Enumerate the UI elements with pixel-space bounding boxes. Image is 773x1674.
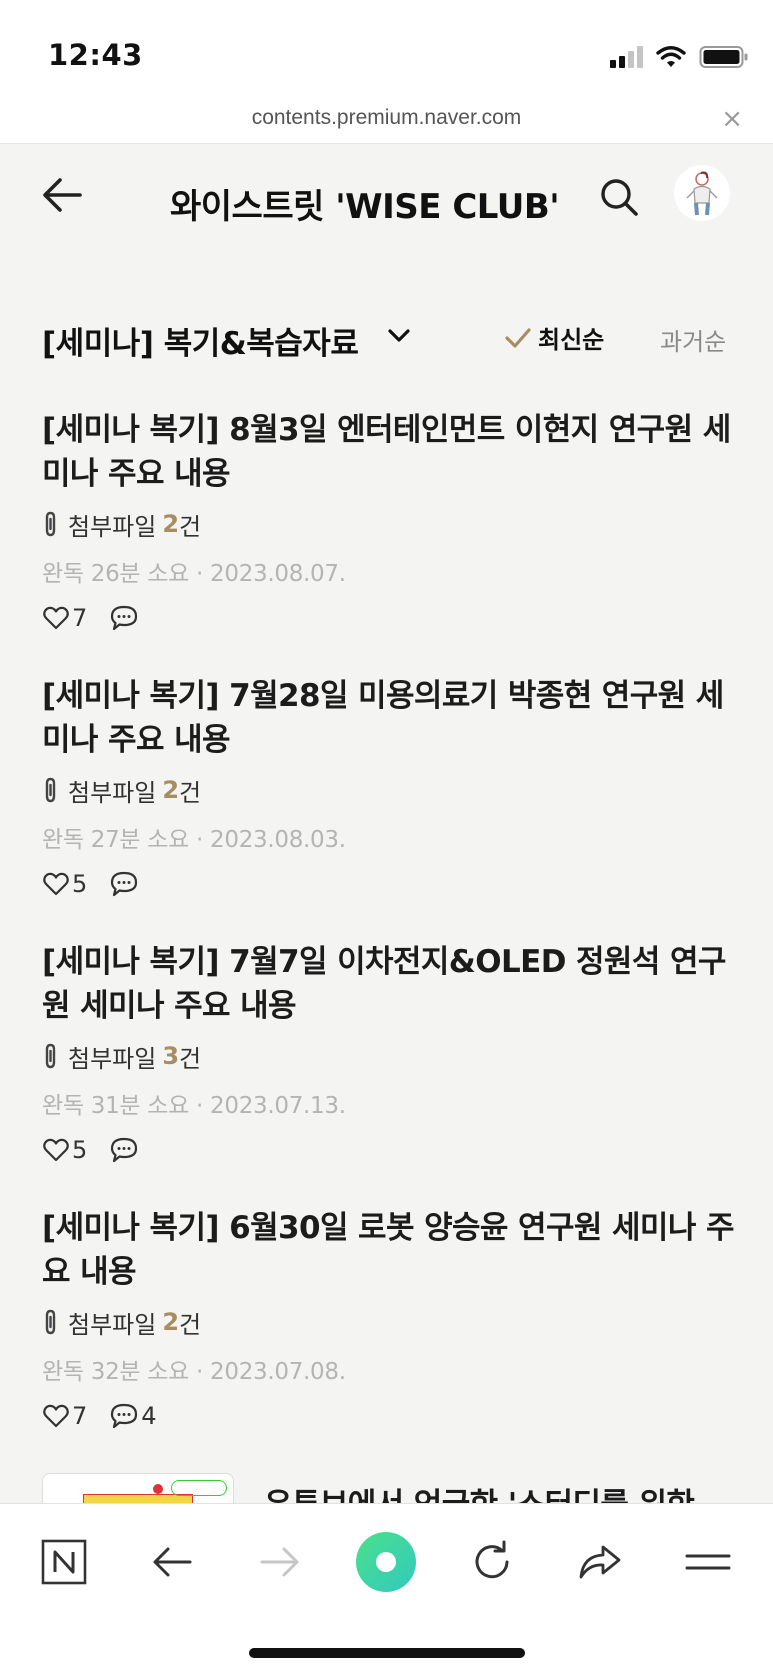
comment-count: 4 bbox=[141, 1402, 157, 1430]
article-item[interactable]: [세미나 복기] 6월30일 로봇 양승윤 연구원 세미나 주요 내용 첨부파일… bbox=[42, 1206, 742, 1432]
paperclip-icon bbox=[45, 511, 56, 537]
attachment-count: 2 bbox=[162, 1308, 180, 1336]
paperclip-icon bbox=[45, 1309, 56, 1335]
article-title[interactable]: [세미나 복기] 8월3일 엔터테인먼트 이현지 연구원 세미나 주요 내용 bbox=[42, 408, 742, 496]
attachment-count: 2 bbox=[162, 510, 180, 538]
attachment-unit: 건 bbox=[179, 778, 202, 807]
article-item[interactable]: [세미나 복기] 8월3일 엔터테인먼트 이현지 연구원 세미나 주요 내용 첨… bbox=[42, 408, 742, 634]
article-meta: 완독 27분 소요 · 2023.08.03. bbox=[42, 827, 346, 853]
attachment-row: 첨부파일 2 건 bbox=[42, 1306, 742, 1339]
attachment-label: 첨부파일 bbox=[68, 778, 157, 807]
check-icon bbox=[505, 327, 531, 348]
reactions-row: 7 4 bbox=[42, 1400, 742, 1432]
attachment-unit: 건 bbox=[179, 1044, 202, 1073]
menu-button[interactable] bbox=[680, 1534, 736, 1590]
cellular-signal-icon bbox=[610, 46, 643, 68]
heart-icon[interactable] bbox=[42, 605, 70, 631]
naver-home-button[interactable] bbox=[36, 1534, 92, 1590]
header: 와이스트릿 'WISE CLUB' bbox=[0, 145, 773, 255]
comment-icon[interactable] bbox=[109, 870, 139, 898]
heart-icon[interactable] bbox=[42, 1403, 70, 1429]
naver-n-icon bbox=[41, 1539, 87, 1585]
reactions-row: 5 bbox=[42, 1134, 742, 1166]
back-arrow-icon[interactable] bbox=[38, 171, 86, 219]
comment-icon[interactable] bbox=[109, 1402, 139, 1430]
article-item[interactable]: [세미나 복기] 7월28일 미용의료기 박종현 연구원 세미나 주요 내용 첨… bbox=[42, 674, 742, 900]
avatar-figure-icon bbox=[686, 171, 718, 216]
like-count: 5 bbox=[72, 870, 88, 898]
battery-icon bbox=[699, 46, 748, 68]
sort-latest-button[interactable]: 최신순 bbox=[504, 320, 604, 355]
like-count: 5 bbox=[72, 1136, 88, 1164]
sort-latest-label: 최신순 bbox=[538, 326, 605, 354]
attachment-row: 첨부파일 2 건 bbox=[42, 508, 742, 541]
url-bar[interactable]: contents.premium.naver.com × bbox=[0, 98, 773, 144]
category-dropdown[interactable]: [세미나] 복기&복습자료 bbox=[42, 318, 359, 363]
url-text[interactable]: contents.premium.naver.com bbox=[0, 106, 773, 130]
comment-icon[interactable] bbox=[109, 604, 139, 632]
close-icon[interactable]: × bbox=[721, 106, 743, 132]
comment-icon[interactable] bbox=[109, 1136, 139, 1164]
home-indicator[interactable] bbox=[249, 1648, 525, 1658]
status-time: 12:43 bbox=[48, 38, 143, 72]
arrow-left-icon bbox=[153, 1547, 192, 1577]
attachment-count: 3 bbox=[162, 1042, 180, 1070]
hamburger-icon bbox=[685, 1554, 731, 1570]
search-icon[interactable] bbox=[597, 175, 641, 219]
bottom-toolbar bbox=[0, 1503, 773, 1674]
attachment-row: 첨부파일 3 건 bbox=[42, 1040, 742, 1073]
article-meta: 완독 32분 소요 · 2023.07.08. bbox=[42, 1359, 346, 1385]
article-title[interactable]: [세미나 복기] 7월28일 미용의료기 박종현 연구원 세미나 주요 내용 bbox=[42, 674, 742, 762]
reactions-row: 7 bbox=[42, 602, 742, 634]
avatar[interactable] bbox=[674, 165, 730, 221]
attachment-unit: 건 bbox=[179, 1310, 202, 1339]
heart-icon[interactable] bbox=[42, 871, 70, 897]
article-thumbnail[interactable] bbox=[42, 1473, 234, 1503]
wifi-icon bbox=[656, 46, 686, 67]
chevron-down-icon[interactable] bbox=[386, 326, 412, 346]
like-count: 7 bbox=[72, 1402, 88, 1430]
status-bar: 12:43 bbox=[0, 0, 773, 98]
paperclip-icon bbox=[45, 777, 56, 803]
green-dot-button[interactable] bbox=[355, 1531, 417, 1593]
attachment-unit: 건 bbox=[179, 512, 202, 541]
article-meta: 완독 31분 소요 · 2023.07.13. bbox=[42, 1093, 346, 1119]
category-row: [세미나] 복기&복습자료 최신순 과거순 bbox=[0, 312, 773, 364]
arrow-right-icon bbox=[260, 1547, 299, 1577]
partial-article-title[interactable]: 유튜브에서 언급한 '스터디를 위한 bbox=[264, 1479, 695, 1503]
heart-icon[interactable] bbox=[42, 1137, 70, 1163]
share-button[interactable] bbox=[572, 1534, 628, 1590]
share-arrow-icon bbox=[579, 1545, 621, 1579]
article-title[interactable]: [세미나 복기] 6월30일 로봇 양승윤 연구원 세미나 주요 내용 bbox=[42, 1206, 742, 1294]
page-title: 와이스트릿 'WISE CLUB' bbox=[170, 187, 560, 227]
reload-button[interactable] bbox=[464, 1534, 520, 1590]
paperclip-icon bbox=[45, 1043, 56, 1069]
green-dot-icon bbox=[356, 1532, 416, 1592]
browser-forward-button[interactable] bbox=[252, 1534, 308, 1590]
sort-oldest-button[interactable]: 과거순 bbox=[660, 322, 726, 357]
attachment-count: 2 bbox=[162, 776, 180, 804]
attachment-label: 첨부파일 bbox=[68, 1310, 157, 1339]
partial-article[interactable]: 유튜브에서 언급한 '스터디를 위한 bbox=[42, 1473, 734, 1503]
reactions-row: 5 bbox=[42, 868, 742, 900]
article-title[interactable]: [세미나 복기] 7월7일 이차전지&OLED 정원석 연구원 세미나 주요 내… bbox=[42, 940, 742, 1028]
browser-back-button[interactable] bbox=[144, 1534, 200, 1590]
status-icons bbox=[610, 42, 749, 72]
article-meta: 완독 26분 소요 · 2023.08.07. bbox=[42, 561, 346, 587]
attachment-row: 첨부파일 2 건 bbox=[42, 774, 742, 807]
reload-icon bbox=[475, 1540, 509, 1579]
attachment-label: 첨부파일 bbox=[68, 512, 157, 541]
article-item[interactable]: [세미나 복기] 7월7일 이차전지&OLED 정원석 연구원 세미나 주요 내… bbox=[42, 940, 742, 1166]
attachment-label: 첨부파일 bbox=[68, 1044, 157, 1073]
like-count: 7 bbox=[72, 604, 88, 632]
